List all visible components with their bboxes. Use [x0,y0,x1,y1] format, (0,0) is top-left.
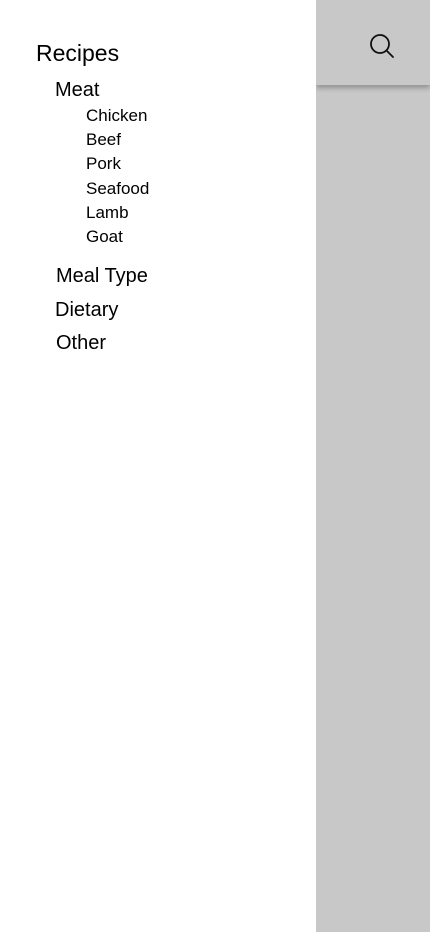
page-backdrop[interactable] [316,0,430,932]
meat-submenu: Chicken Beef Pork Seafood Lamb Goat [86,104,149,249]
search-icon [370,34,394,58]
section-dietary[interactable]: Dietary [55,297,118,323]
submenu-item-chicken[interactable]: Chicken [86,104,149,128]
submenu-item-beef[interactable]: Beef [86,128,149,152]
section-meat[interactable]: Meat [55,77,99,103]
section-other[interactable]: Other [56,330,106,356]
drawer-title: Recipes [36,40,120,66]
navigation-drawer: Recipes Meat Chicken Beef Pork Seafood L… [0,0,316,932]
submenu-item-pork[interactable]: Pork [86,152,149,176]
submenu-item-seafood[interactable]: Seafood [86,177,149,201]
app-screen: Recipes Meat Chicken Beef Pork Seafood L… [0,0,430,932]
submenu-item-lamb[interactable]: Lamb [86,201,149,225]
submenu-item-goat[interactable]: Goat [86,225,149,249]
section-meal-type[interactable]: Meal Type [56,263,148,289]
search-button[interactable] [363,27,401,65]
